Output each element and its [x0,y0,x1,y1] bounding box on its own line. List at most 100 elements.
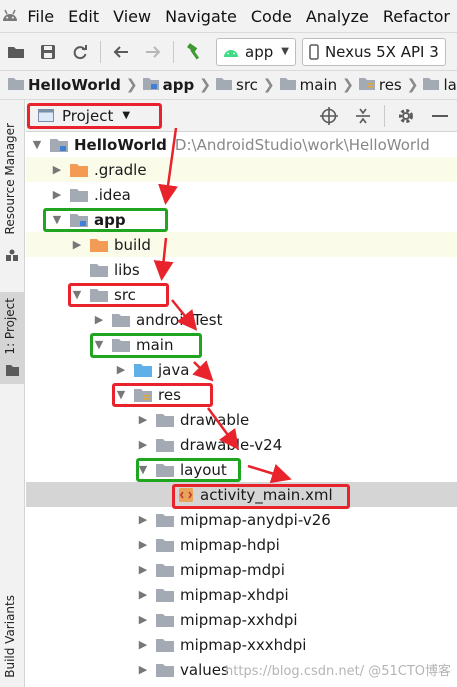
collapsed-arrow-icon[interactable]: ▶ [136,663,150,676]
folder-icon [156,612,174,627]
collapsed-arrow-icon[interactable]: ▶ [136,513,150,526]
breadcrumb-item-app[interactable]: app [142,76,194,94]
collapsed-arrow-icon[interactable]: ▶ [50,163,64,176]
save-all-icon[interactable] [32,36,64,68]
tree-row-mipmap-hdpi[interactable]: ▶ mipmap-hdpi [26,532,457,557]
left-tool-strip: Resource Manager 1: Project Build Varian… [0,100,25,687]
folder-icon [90,287,108,302]
sync-icon[interactable] [64,36,96,68]
collapsed-arrow-icon[interactable]: ▶ [136,638,150,651]
collapsed-arrow-icon[interactable]: ▶ [114,363,128,376]
breadcrumb-separator: ❯ [262,77,275,93]
breadcrumb-item-helloworld[interactable]: HelloWorld [8,76,121,94]
project-folder-icon [50,137,68,152]
tree-row-drawable-v24[interactable]: ▶ drawable-v24 [26,432,457,457]
expanded-arrow-icon[interactable]: ▼ [114,388,128,401]
collapsed-arrow-icon[interactable]: ▶ [92,313,106,326]
collapsed-arrow-icon[interactable]: ▶ [70,238,84,251]
back-arrow-icon[interactable] [105,36,137,68]
hide-panel-icon[interactable] [423,114,457,118]
expanded-arrow-icon[interactable]: ▼ [92,338,106,351]
collapsed-arrow-icon[interactable]: ▶ [136,588,150,601]
breadcrumb-label: layou [443,76,457,94]
tree-label: res [158,385,181,404]
folder-icon [156,462,174,477]
tree-row-idea[interactable]: ▶ .idea [26,182,457,207]
collapsed-arrow-icon[interactable]: ▶ [136,413,150,426]
breadcrumb-separator: ❯ [125,77,138,93]
expanded-arrow-icon[interactable]: ▼ [50,213,64,226]
tree-row-mipmap-xhdpi[interactable]: ▶ mipmap-xhdpi [26,582,457,607]
breadcrumb-label: HelloWorld [28,76,121,94]
device-phone-icon [309,43,319,60]
project-tab-icon [6,362,19,380]
device-selector[interactable]: Nexus 5X API 3 [301,37,446,66]
expanded-arrow-icon[interactable]: ▼ [30,138,44,151]
orange-folder-icon [90,237,108,252]
expanded-arrow-icon[interactable]: ▼ [136,463,150,476]
forward-arrow-icon[interactable] [137,36,169,68]
tree-row-helloworld[interactable]: ▼ HelloWorld D:\AndroidStudio\work\Hello… [26,132,457,157]
chevron-down-icon: ▼ [122,110,131,121]
tree-label: mipmap-xxhdpi [180,610,298,629]
menu-edit[interactable]: Edit [61,7,106,26]
open-folder-icon[interactable] [0,36,32,68]
tree-row-androidtest[interactable]: ▶ androidTest [26,307,457,332]
menu-analyze[interactable]: Analyze [299,7,376,26]
collapsed-arrow-icon[interactable]: ▶ [136,613,150,626]
tree-row-app[interactable]: ▼ app [26,207,457,232]
tree-row-libs[interactable]: ▶ libs [26,257,457,282]
module-selector[interactable]: app ▼ [216,37,296,66]
tree-row-java[interactable]: ▶ java [26,357,457,382]
resource-manager-tab[interactable]: Resource Manager [3,123,17,234]
tree-label: mipmap-xhdpi [180,585,289,604]
menu-view[interactable]: View [106,7,158,26]
build-hammer-icon[interactable] [178,36,210,68]
build-variants-tab[interactable]: Build Variants [3,595,17,678]
tree-row-build[interactable]: ▶ build [26,232,457,257]
tree-row-mipmap-anydpi-v26[interactable]: ▶ mipmap-anydpi-v26 [26,507,457,532]
breadcrumb-label: main [299,76,338,94]
breadcrumb-item-res[interactable]: res [358,76,402,94]
xml-file-icon [178,487,194,503]
collapsed-arrow-icon[interactable]: ▶ [136,563,150,576]
tree-row-gradle[interactable]: ▶ .gradle [26,157,457,182]
project-view-selector[interactable]: Project ▼ [38,107,130,125]
folder-icon [279,76,296,94]
breadcrumb-item-layout[interactable]: layou [423,76,457,94]
gear-icon[interactable] [389,107,423,125]
tree-label: main [136,335,174,354]
tree-row-mipmap-mdpi[interactable]: ▶ mipmap-mdpi [26,557,457,582]
tree-row-mipmap-xxhdpi[interactable]: ▶ mipmap-xxhdpi [26,607,457,632]
project-tab[interactable]: 1: Project [3,298,17,355]
menu-refactor[interactable]: Refactor [376,7,457,26]
tree-row-src[interactable]: ▼ src [26,282,457,307]
folder-icon [156,637,174,652]
orange-folder-icon [70,162,88,177]
tree-row-drawable[interactable]: ▶ drawable [26,407,457,432]
collapse-all-icon[interactable] [346,107,380,125]
project-folder-icon [8,76,24,94]
breadcrumb-item-src[interactable]: src [216,76,258,94]
folder-icon [112,312,130,327]
expanded-arrow-icon[interactable]: ▼ [70,288,84,301]
resources-folder-icon [358,76,375,94]
collapsed-arrow-icon[interactable]: ▶ [50,188,64,201]
collapsed-arrow-icon[interactable]: ▶ [136,538,150,551]
tree-row-layout[interactable]: ▼ layout [26,457,457,482]
project-view-icon [38,109,54,122]
tree-row-main[interactable]: ▼ main [26,332,457,357]
android-module-icon [223,46,239,58]
collapsed-arrow-icon[interactable]: ▶ [136,438,150,451]
breadcrumb: HelloWorld ❯ app ❯ src ❯ main ❯ res ❯ la… [0,70,457,100]
menu-file[interactable]: File [20,7,61,26]
tree-row-activity-main-xml[interactable]: ▶ activity_main.xml [26,482,457,507]
breadcrumb-item-main[interactable]: main [279,76,338,94]
menu-navigate[interactable]: Navigate [158,7,244,26]
module-selector-label: app [245,42,274,61]
folder-icon [90,262,108,277]
tree-row-mipmap-xxxhdpi[interactable]: ▶ mipmap-xxxhdpi [26,632,457,657]
tree-row-res[interactable]: ▼ res [26,382,457,407]
locate-crosshair-icon[interactable] [312,106,346,125]
menu-code[interactable]: Code [244,7,299,26]
